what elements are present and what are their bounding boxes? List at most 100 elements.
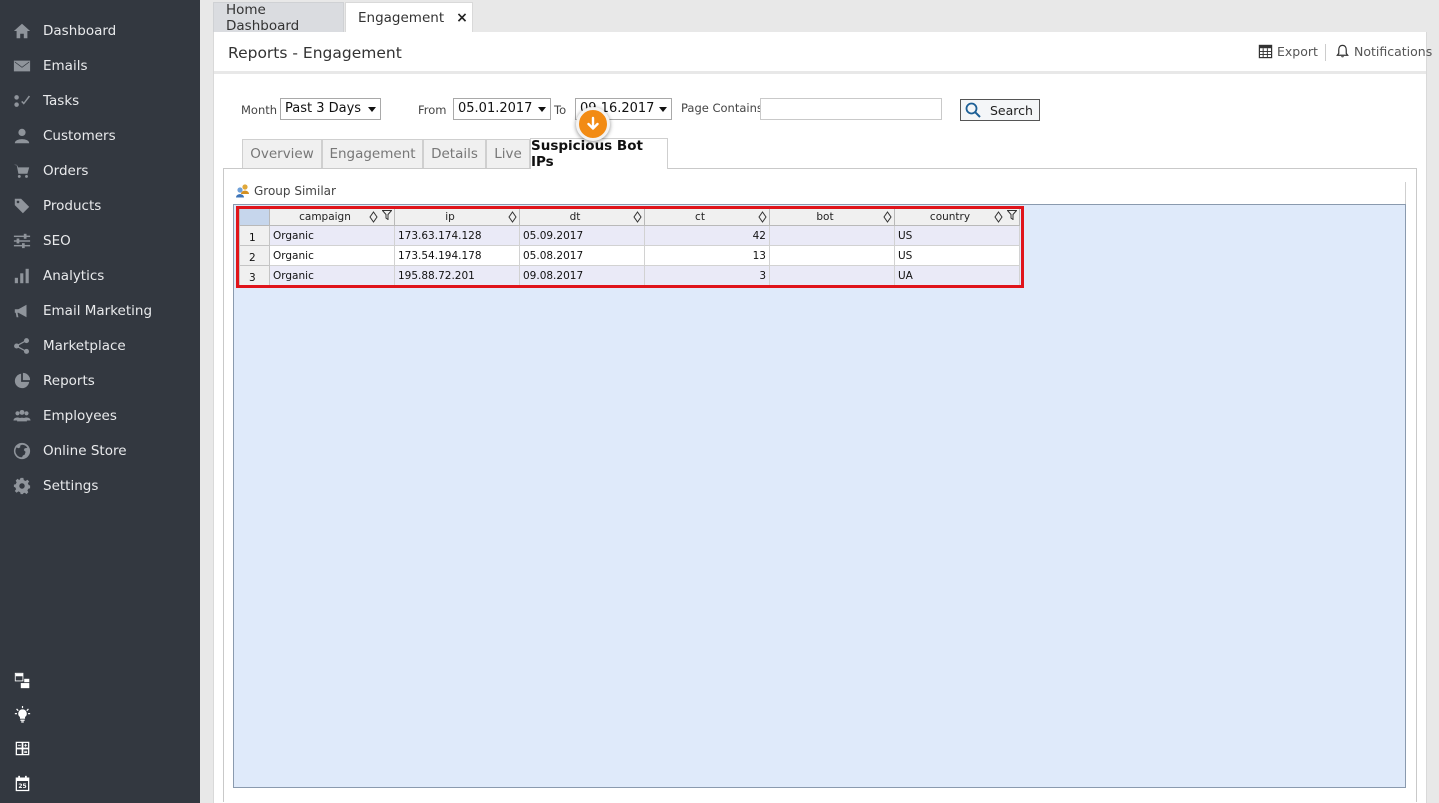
sidebar-item-products[interactable]: Products <box>0 188 200 223</box>
sort-icon[interactable] <box>883 211 892 223</box>
cell-country[interactable]: UA <box>894 265 1020 286</box>
column-header-campaign[interactable]: campaign <box>269 208 395 226</box>
subtab-label: Engagement <box>329 146 416 162</box>
from-date-picker[interactable]: 05.01.2017 <box>453 98 551 120</box>
group-similar-button[interactable]: Group Similar <box>235 183 336 199</box>
cell-bot[interactable] <box>769 225 895 246</box>
dropdown-arrow-icon <box>368 107 376 112</box>
globe-icon <box>12 441 32 461</box>
subtab-engagement[interactable]: Engagement <box>322 139 423 168</box>
filter-icon[interactable] <box>1007 210 1017 220</box>
sidebar-item-reports[interactable]: Reports <box>0 363 200 398</box>
sort-icon[interactable] <box>369 211 378 223</box>
cell-dt[interactable]: 05.08.2017 <box>519 245 645 266</box>
sidebar-item-dashboard[interactable]: Dashboard <box>0 13 200 48</box>
sidebar-item-analytics[interactable]: Analytics <box>0 258 200 293</box>
sidebar-item-email-marketing[interactable]: Email Marketing <box>0 293 200 328</box>
sidebar-item-label: Products <box>43 197 102 214</box>
cell-country[interactable]: US <box>894 225 1020 246</box>
calculator-icon[interactable] <box>12 738 32 758</box>
sidebar-item-online-store[interactable]: Online Store <box>0 433 200 468</box>
bell-icon <box>1336 44 1349 58</box>
sort-icon[interactable] <box>758 211 767 223</box>
subtab-label: Overview <box>250 146 314 162</box>
sidebar-item-employees[interactable]: Employees <box>0 398 200 433</box>
subtab-overview[interactable]: Overview <box>242 139 322 168</box>
cell-ip[interactable]: 173.54.194.178 <box>394 245 520 266</box>
cell-bot[interactable] <box>769 265 895 286</box>
share-icon <box>12 336 32 356</box>
export-button[interactable]: Export <box>1258 44 1318 59</box>
cell-campaign[interactable]: Organic <box>269 265 395 286</box>
sidebar-item-label: Settings <box>43 477 99 494</box>
cell-ct[interactable]: 13 <box>644 245 770 266</box>
sidebar-item-tasks[interactable]: Tasks <box>0 83 200 118</box>
search-button[interactable]: Search <box>960 99 1040 121</box>
sidebar-item-label: Online Store <box>43 442 127 459</box>
cell-ct[interactable]: 42 <box>644 225 770 246</box>
sidebar-item-label: SEO <box>43 232 71 249</box>
cell-ip[interactable]: 195.88.72.201 <box>394 265 520 286</box>
sidebar-item-emails[interactable]: Emails <box>0 48 200 83</box>
group-similar-label: Group Similar <box>254 184 336 198</box>
sort-icon[interactable] <box>508 211 517 223</box>
sidebar-item-marketplace[interactable]: Marketplace <box>0 328 200 363</box>
filter-icon[interactable] <box>382 210 392 220</box>
cell-campaign[interactable]: Organic <box>269 245 395 266</box>
cell-campaign[interactable]: Organic <box>269 225 395 246</box>
cell-ip[interactable]: 173.63.174.128 <box>394 225 520 246</box>
calendar-day: 25 <box>18 783 26 790</box>
table-row[interactable]: 2 Organic 173.54.194.178 05.08.2017 13 U… <box>239 245 1020 266</box>
tab-home-dashboard[interactable]: Home Dashboard <box>213 1 344 34</box>
cell-bot[interactable] <box>769 245 895 266</box>
row-number[interactable]: 3 <box>239 265 270 286</box>
subtab-label: Details <box>431 146 478 162</box>
lightbulb-icon[interactable] <box>12 704 32 724</box>
subtab-details[interactable]: Details <box>423 139 486 168</box>
page-contains-input[interactable] <box>760 98 942 120</box>
tab-engagement[interactable]: Engagement × <box>345 2 473 32</box>
sidebar-item-customers[interactable]: Customers <box>0 118 200 153</box>
cell-country[interactable]: US <box>894 245 1020 266</box>
sidebar-item-label: Dashboard <box>43 22 117 39</box>
column-header-country[interactable]: country <box>894 208 1020 226</box>
sidebar-item-label: Emails <box>43 57 88 74</box>
group-users-icon <box>236 184 249 198</box>
sidebar-item-settings[interactable]: Settings <box>0 468 200 503</box>
month-select[interactable]: Past 3 Days <box>280 98 381 120</box>
table-row[interactable]: 3 Organic 195.88.72.201 09.08.2017 3 UA <box>239 265 1020 286</box>
calendar-icon[interactable]: 25 <box>12 773 32 793</box>
sidebar-item-label: Customers <box>43 127 116 144</box>
column-header-bot[interactable]: bot <box>769 208 895 226</box>
row-number[interactable]: 2 <box>239 245 270 266</box>
column-header-ip[interactable]: ip <box>394 208 520 226</box>
column-header-ct[interactable]: ct <box>644 208 770 226</box>
search-icon <box>965 102 981 118</box>
sort-icon[interactable] <box>994 211 1003 223</box>
subtab-label: Live <box>494 146 522 162</box>
tasks-icon <box>12 91 32 111</box>
cell-ct[interactable]: 3 <box>644 265 770 286</box>
from-label: From <box>418 103 447 117</box>
scroll-down-button[interactable] <box>576 107 610 141</box>
sidebar-item-orders[interactable]: Orders <box>0 153 200 188</box>
column-header-dt[interactable]: dt <box>519 208 645 226</box>
tab-label: Home Dashboard <box>226 1 300 34</box>
home-icon <box>12 21 32 41</box>
sidebar-item-seo[interactable]: SEO <box>0 223 200 258</box>
cell-dt[interactable]: 05.09.2017 <box>519 225 645 246</box>
sort-icon[interactable] <box>633 211 642 223</box>
close-icon[interactable]: × <box>456 10 468 26</box>
subtab-suspicious-bot-ips[interactable]: Suspicious Bot IPs <box>530 138 668 170</box>
row-number[interactable]: 1 <box>239 225 270 246</box>
cart-icon <box>12 161 32 181</box>
subtab-live[interactable]: Live <box>486 139 530 168</box>
notifications-button[interactable]: Notifications <box>1335 44 1432 59</box>
column-header-label: dt <box>569 211 581 223</box>
user-icon <box>12 126 32 146</box>
to-label: To <box>554 103 567 117</box>
select-all-corner[interactable] <box>239 208 270 226</box>
cell-dt[interactable]: 09.08.2017 <box>519 265 645 286</box>
table-row[interactable]: 1 Organic 173.63.174.128 05.09.2017 42 U… <box>239 225 1020 246</box>
windows-icon[interactable] <box>12 670 32 690</box>
